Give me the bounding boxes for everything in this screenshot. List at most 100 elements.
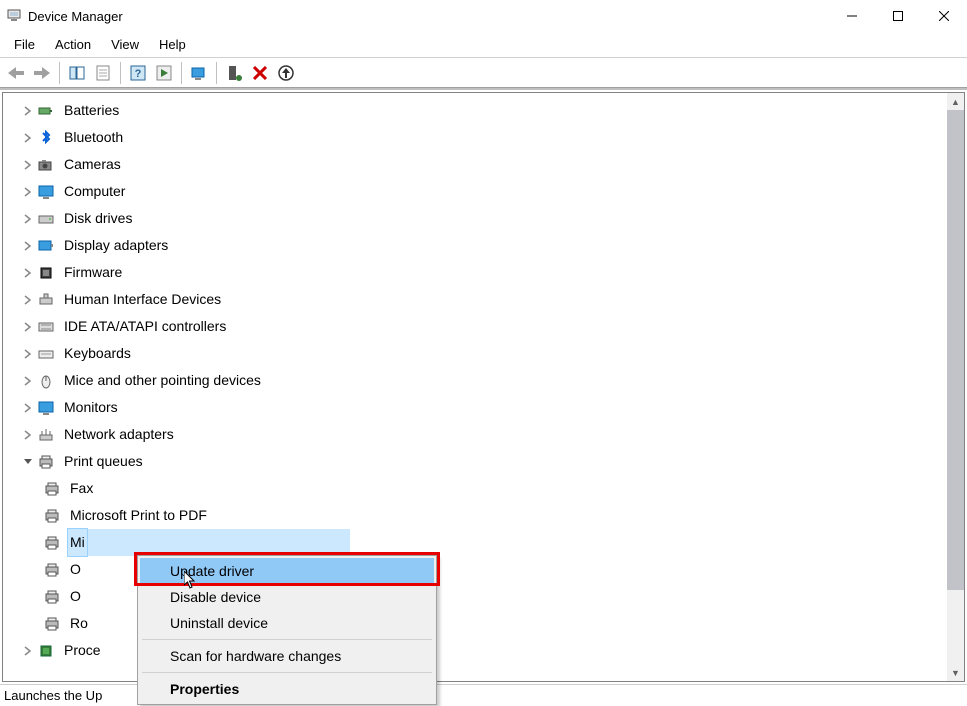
chevron-right-icon[interactable] [21,266,35,280]
back-button[interactable] [4,61,28,85]
menu-view[interactable]: View [101,34,149,55]
printer-icon [43,534,61,552]
status-text: Launches the Up [4,688,102,703]
tree-item-batteries[interactable]: Batteries [9,97,964,124]
tree-item-label: Cameras [61,151,124,178]
ide-icon [37,318,55,336]
forward-button[interactable] [30,61,54,85]
tree-item-label: Print queues [61,448,146,475]
add-legacy-button[interactable] [222,61,246,85]
printer-icon [43,588,61,606]
camera-icon [37,156,55,174]
scroll-down-arrow[interactable]: ▼ [947,664,964,681]
chevron-down-icon[interactable] [21,455,35,469]
tree-item-firmware[interactable]: Firmware [9,259,964,286]
tree-item-ide-ata-atapi-controllers[interactable]: IDE ATA/ATAPI controllers [9,313,964,340]
tree-item-label: Human Interface Devices [61,286,224,313]
app-icon [6,8,22,24]
printer-icon [43,615,61,633]
window-title: Device Manager [28,9,123,24]
chevron-right-icon[interactable] [21,320,35,334]
tree-item-label: Mi [67,528,88,557]
chevron-right-icon[interactable] [21,428,35,442]
tree-item-print-queues[interactable]: Print queues [9,448,964,475]
tree-item-cameras[interactable]: Cameras [9,151,964,178]
tree-item-label: Keyboards [61,340,134,367]
tree-item-label: Network adapters [61,421,177,448]
menu-disable-device[interactable]: Disable device [140,584,434,610]
maximize-button[interactable] [875,0,921,32]
menu-scan-hardware[interactable]: Scan for hardware changes [140,643,434,669]
uninstall-button[interactable] [248,61,272,85]
chevron-right-icon[interactable] [21,104,35,118]
minimize-button[interactable] [829,0,875,32]
tree-item-label: Ro [67,610,91,637]
keyboard-icon [37,345,55,363]
tree-item-monitors[interactable]: Monitors [9,394,964,421]
chevron-right-icon[interactable] [21,158,35,172]
chevron-right-icon[interactable] [21,239,35,253]
scroll-thumb[interactable] [947,110,964,590]
tree-item-human-interface-devices[interactable]: Human Interface Devices [9,286,964,313]
tree-item-label: Monitors [61,394,121,421]
chevron-right-icon[interactable] [21,374,35,388]
chevron-right-icon[interactable] [21,347,35,361]
tree-item-label: Firmware [61,259,125,286]
menu-separator [142,672,432,673]
menu-update-driver[interactable]: Update driver [140,558,434,584]
tree-item-label: O [67,583,84,610]
menu-separator [142,639,432,640]
toolbar: ? [0,58,967,88]
help-button[interactable]: ? [126,61,150,85]
tree-item-disk-drives[interactable]: Disk drives [9,205,964,232]
network-icon [37,426,55,444]
tree-item-keyboards[interactable]: Keyboards [9,340,964,367]
tree-item-label: Disk drives [61,205,135,232]
tree-item-label: Fax [67,475,96,502]
menu-action[interactable]: Action [45,34,101,55]
menu-properties[interactable]: Properties [140,676,434,702]
tree-item-label: Proce [61,637,104,664]
printer-icon [37,453,55,471]
tree-item-label: Computer [61,178,128,205]
tree-item-display-adapters[interactable]: Display adapters [9,232,964,259]
svg-text:?: ? [135,68,142,80]
tree-item-mice-and-other-pointing-devices[interactable]: Mice and other pointing devices [9,367,964,394]
menu-help[interactable]: Help [149,34,196,55]
printer-icon [43,561,61,579]
monitor-icon [37,183,55,201]
chevron-right-icon[interactable] [21,185,35,199]
action-button[interactable] [152,61,176,85]
chevron-right-icon[interactable] [21,401,35,415]
properties-button[interactable] [91,61,115,85]
printer-icon [43,507,61,525]
tree-item-network-adapters[interactable]: Network adapters [9,421,964,448]
tree-item-label: Batteries [61,97,122,124]
tree-item-bluetooth[interactable]: Bluetooth [9,124,964,151]
battery-icon [37,102,55,120]
chevron-right-icon[interactable] [21,644,35,658]
bluetooth-icon [37,129,55,147]
menu-uninstall-device[interactable]: Uninstall device [140,610,434,636]
vertical-scrollbar[interactable]: ▲ ▼ [947,93,964,681]
monitor-icon [37,399,55,417]
update-driver-button[interactable] [274,61,298,85]
tree-item-label: IDE ATA/ATAPI controllers [61,313,229,340]
tree-item-computer[interactable]: Computer [9,178,964,205]
tree-item-label: Microsoft Print to PDF [67,502,210,529]
tree-child-item[interactable]: Mi [9,529,964,556]
chevron-right-icon[interactable] [21,293,35,307]
printer-icon [43,480,61,498]
display-adapter-icon [37,237,55,255]
mouse-icon [37,372,55,390]
close-button[interactable] [921,0,967,32]
scan-button[interactable] [187,61,211,85]
show-hide-console-button[interactable] [65,61,89,85]
tree-child-item[interactable]: Microsoft Print to PDF [9,502,964,529]
chevron-right-icon[interactable] [21,131,35,145]
scroll-up-arrow[interactable]: ▲ [947,93,964,110]
tree-child-item[interactable]: Fax [9,475,964,502]
tree-item-label: Bluetooth [61,124,126,151]
menu-file[interactable]: File [4,34,45,55]
chevron-right-icon[interactable] [21,212,35,226]
